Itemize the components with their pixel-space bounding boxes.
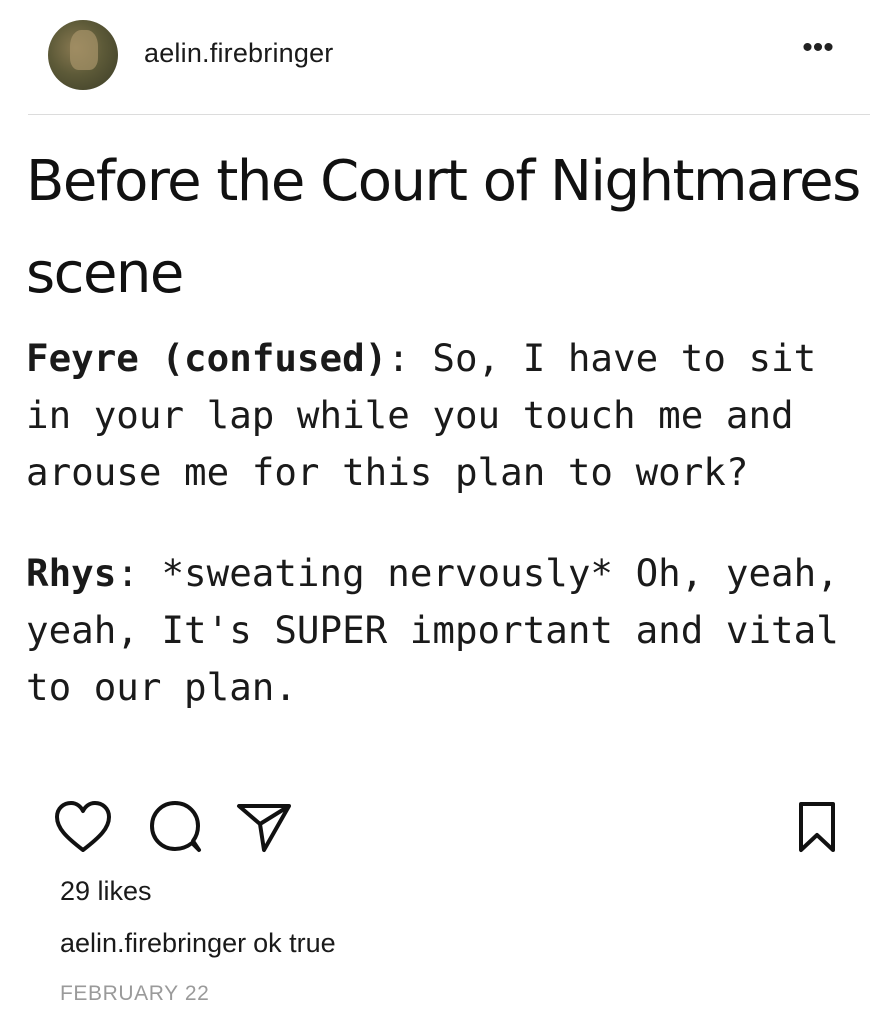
more-options-button[interactable]: ••• — [798, 33, 838, 68]
caption-text: ok true — [253, 928, 336, 958]
dialogue-speaker: Feyre (confused) — [26, 336, 388, 380]
post-header: aelin.firebringer ••• — [0, 0, 895, 116]
likes-count[interactable]: 29 likes — [60, 876, 152, 907]
post-title: Before the Court of Nightmares scene — [26, 149, 861, 306]
post-image-content: Before the Court of Nightmares scene Fey… — [26, 130, 876, 716]
dialogue-line: Feyre (confused): So, I have to sit in y… — [26, 330, 876, 501]
bookmark-icon[interactable] — [792, 798, 842, 856]
heart-icon[interactable] — [52, 798, 114, 856]
header-divider — [28, 114, 870, 115]
avatar[interactable] — [48, 20, 118, 90]
dialogue-speaker: Rhys — [26, 551, 117, 595]
comment-icon[interactable] — [146, 798, 206, 856]
header-username[interactable]: aelin.firebringer — [144, 38, 334, 69]
dialogue-separator: : — [387, 336, 433, 380]
share-icon[interactable] — [234, 798, 294, 856]
caption: aelin.firebringer ok true — [60, 928, 336, 959]
dialogue-separator: : — [116, 551, 162, 595]
dialogue-line: Rhys: *sweating nervously* Oh, yeah, yea… — [26, 545, 876, 716]
action-bar — [0, 790, 895, 860]
caption-username[interactable]: aelin.firebringer — [60, 928, 246, 958]
post-date: FEBRUARY 22 — [60, 982, 210, 1005]
